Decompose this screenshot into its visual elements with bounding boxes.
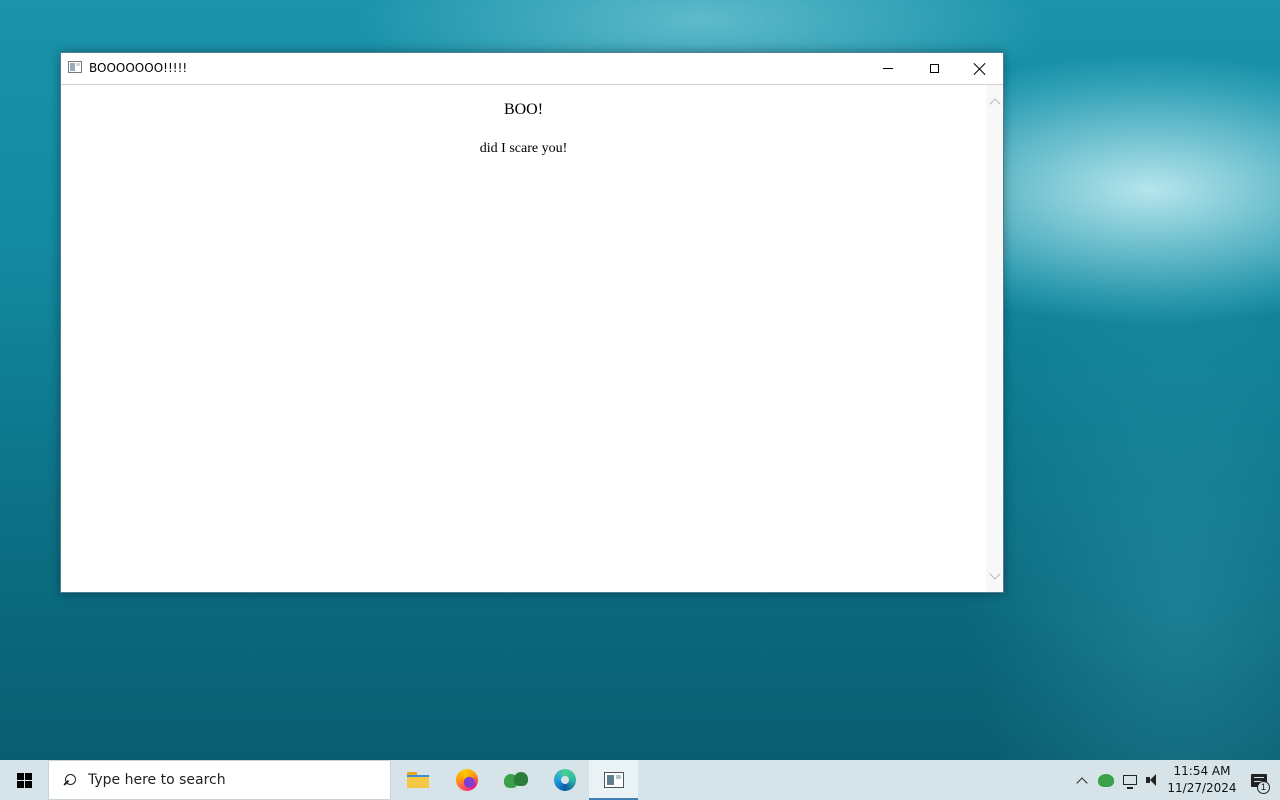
windows-logo-icon: [16, 772, 32, 788]
taskbar-pinned-apps: [393, 760, 638, 800]
system-tray: 11:54 AM 11/27/2024 1: [1070, 760, 1280, 800]
taskbar: Type here to search 11:54 AM 11/27/2024 …: [0, 760, 1280, 800]
search-placeholder: Type here to search: [88, 772, 226, 788]
page-content: BOO! did I scare you!: [61, 85, 986, 592]
taskbar-app-window[interactable]: [589, 760, 638, 800]
taskbar-clock[interactable]: 11:54 AM 11/27/2024: [1166, 760, 1238, 800]
taskbar-app-file-explorer[interactable]: [393, 760, 442, 800]
app-window: BOOOOOOO!!!!! BOO! did I scare you!: [60, 52, 1004, 593]
clock-date: 11/27/2024: [1167, 781, 1237, 795]
network-button[interactable]: [1118, 760, 1142, 800]
chevron-up-icon: [988, 97, 1001, 110]
chevron-down-icon: [988, 567, 1001, 580]
green-people-app-icon: [503, 770, 528, 790]
app-window-icon: [68, 61, 82, 73]
page-heading: BOO!: [503, 101, 544, 118]
taskbar-search-box[interactable]: Type here to search: [48, 760, 391, 800]
green-people-tray-icon: [1098, 773, 1114, 787]
close-icon: [974, 63, 986, 75]
volume-button[interactable]: [1142, 760, 1166, 800]
page-body-text: did I scare you!: [479, 141, 568, 156]
notifications-button[interactable]: 1: [1238, 760, 1280, 800]
scroll-down-button[interactable]: [986, 567, 1003, 584]
taskbar-app-green-people[interactable]: [491, 760, 540, 800]
notification-count-badge: 1: [1257, 781, 1270, 794]
volume-icon: [1146, 773, 1162, 787]
tray-app-button[interactable]: [1094, 760, 1118, 800]
window-titlebar[interactable]: BOOOOOOO!!!!!: [61, 53, 1003, 85]
maximize-icon: [929, 64, 939, 73]
file-explorer-icon: [406, 772, 429, 788]
taskbar-app-edge[interactable]: [540, 760, 589, 800]
scroll-up-button[interactable]: [986, 93, 1003, 110]
edge-icon: [553, 769, 576, 791]
minimize-icon: [883, 68, 893, 69]
window-title: BOOOOOOO!!!!!: [89, 61, 188, 75]
clock-time: 11:54 AM: [1173, 764, 1231, 778]
close-button[interactable]: [957, 53, 1003, 84]
window-app-icon: [603, 772, 624, 788]
minimize-button[interactable]: [865, 53, 911, 84]
maximize-button[interactable]: [911, 53, 957, 84]
taskbar-app-firefox[interactable]: [442, 760, 491, 800]
vertical-scrollbar[interactable]: [986, 85, 1003, 592]
start-button[interactable]: [0, 760, 48, 800]
network-icon: [1123, 775, 1137, 789]
firefox-icon: [455, 769, 478, 791]
chevron-up-icon: [1076, 776, 1088, 789]
search-icon: [63, 773, 76, 787]
show-hidden-icons-button[interactable]: [1070, 760, 1094, 800]
